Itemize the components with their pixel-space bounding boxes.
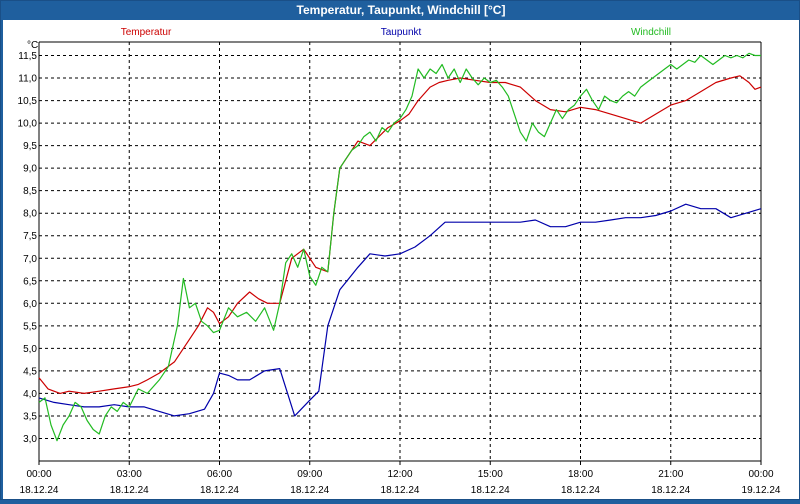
x-tick-date: 19.12.24 — [742, 485, 781, 496]
legend-temperatur: Temperatur — [121, 27, 172, 38]
y-tick-label: 5,5 — [23, 321, 37, 332]
x-tick-labels: 00:00 18.12.24 03:00 18.12.24 06:00 18.12.24 0… — [20, 469, 781, 496]
y-tick-label: 10,5 — [18, 96, 38, 107]
y-tick-label: 7,0 — [23, 254, 37, 265]
y-tick-label: 11,0 — [18, 74, 37, 85]
x-tick-time: 12:00 — [387, 469, 412, 480]
y-tick-label: 5,0 — [23, 344, 37, 355]
x-tick-time: 21:00 — [658, 469, 683, 480]
grid-lines — [39, 42, 761, 461]
legend-taupunkt: Taupunkt — [381, 27, 422, 38]
line-chart: °C 3,0 3,5 4,0 4,5 5,0 5,5 6,0 6,5 7,0 7,5 8,0 8,5 9… — [18, 27, 781, 496]
y-tick-label: 9,5 — [23, 141, 37, 152]
x-tick-time: 09:00 — [297, 469, 322, 480]
chart-window: Temperatur, Taupunkt, Windchill [°C] °C … — [0, 0, 800, 500]
y-tick-label: 11,5 — [18, 51, 37, 62]
y-tick-label: 10,0 — [18, 119, 38, 130]
y-tick-label: 4,5 — [23, 366, 37, 377]
x-tick-date: 18.12.24 — [651, 485, 690, 496]
legend: Temperatur Taupunkt Windchill — [121, 27, 671, 38]
y-tick-label: 7,5 — [23, 231, 37, 242]
axes: °C — [27, 40, 762, 465]
y-tick-label: 4,0 — [23, 389, 37, 400]
x-tick-date: 18.12.24 — [290, 485, 329, 496]
y-axis-unit: °C — [27, 40, 38, 51]
y-tick-label: 3,0 — [23, 434, 37, 445]
x-tick-date: 18.12.24 — [561, 485, 600, 496]
x-tick-time: 00:00 — [748, 469, 773, 480]
x-tick-time: 03:00 — [117, 469, 142, 480]
x-tick-time: 00:00 — [26, 469, 51, 480]
y-tick-label: 9,0 — [23, 164, 37, 175]
window-title: Temperatur, Taupunkt, Windchill [°C] — [296, 3, 506, 17]
x-tick-date: 18.12.24 — [471, 485, 510, 496]
y-tick-labels: 3,0 3,5 4,0 4,5 5,0 5,5 6,0 6,5 7,0 7,5 8,0 8,5 9,0 9… — [18, 51, 38, 445]
y-tick-label: 3,5 — [23, 411, 37, 422]
x-tick-time: 06:00 — [207, 469, 232, 480]
y-tick-label: 6,5 — [23, 276, 37, 287]
y-tick-label: 8,5 — [23, 186, 37, 197]
x-tick-date: 18.12.24 — [200, 485, 239, 496]
legend-windchill: Windchill — [631, 27, 671, 38]
x-tick-date: 18.12.24 — [381, 485, 420, 496]
y-tick-label: 8,0 — [23, 209, 37, 220]
x-tick-date: 18.12.24 — [110, 485, 149, 496]
y-tick-label: 6,0 — [23, 299, 37, 310]
x-tick-date: 18.12.24 — [20, 485, 59, 496]
x-tick-time: 18:00 — [568, 469, 593, 480]
plot-panel: °C 3,0 3,5 4,0 4,5 5,0 5,5 6,0 6,5 7,0 7,5 8,0 8,5 9… — [3, 20, 799, 499]
x-tick-time: 15:00 — [478, 469, 503, 480]
